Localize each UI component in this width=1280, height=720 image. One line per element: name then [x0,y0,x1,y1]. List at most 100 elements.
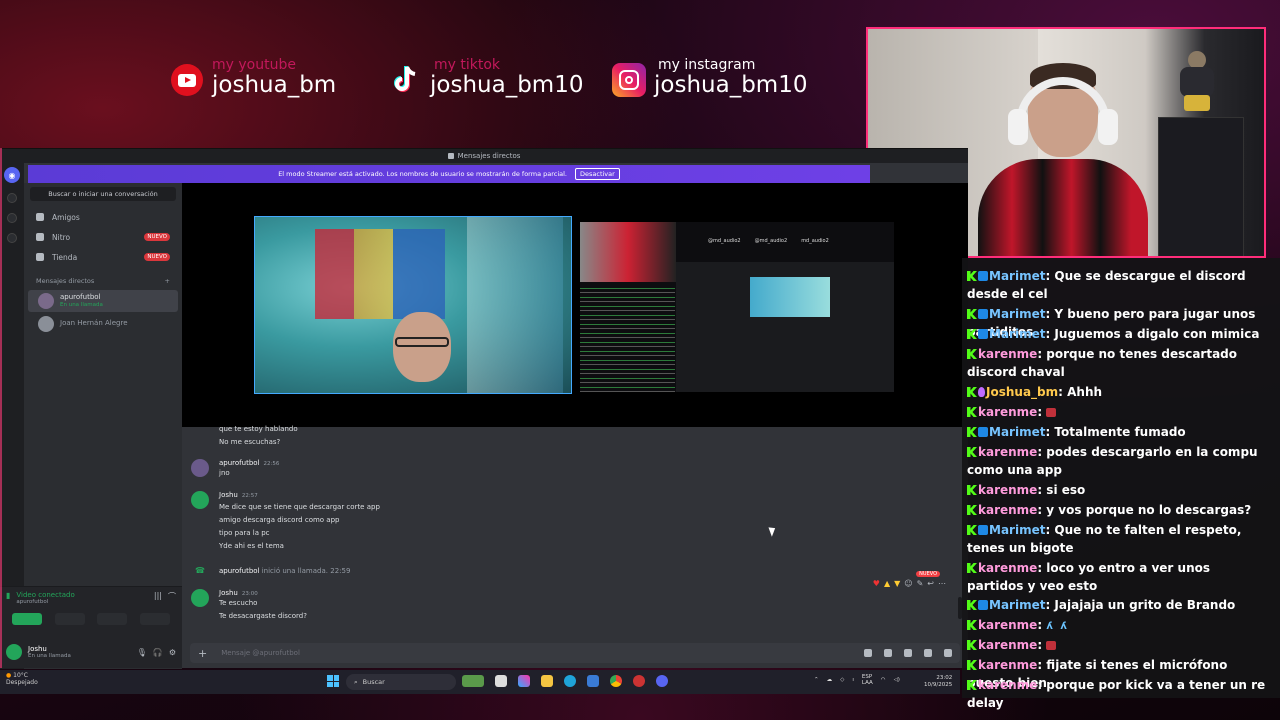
mic-tray-icon[interactable]: ı [852,677,854,683]
chat-username[interactable]: karenme [978,445,1037,459]
chat-text: : Totalmente fumado [1045,425,1186,439]
weather-widget[interactable]: ● 10°C Despejado [6,672,38,687]
search-icon: ⌕ [354,677,358,686]
kick-badge-icon [967,447,977,457]
chat-username[interactable]: Marimet [989,598,1045,612]
wifi-icon[interactable]: ◠ [881,677,886,683]
chat-username[interactable]: Marimet [989,307,1045,321]
soundboard-button[interactable] [139,613,170,625]
shield-icon[interactable]: ◇ [840,677,844,683]
chat-username[interactable]: karenme [978,561,1037,575]
chat-text: : [1037,405,1047,419]
thumbs-down-icon[interactable]: ▼ [894,579,900,588]
emote-icon: ʎ [1046,621,1053,632]
sticker-icon[interactable] [904,649,912,657]
nav-shop[interactable]: Tienda NUEVO [24,247,182,267]
add-server-icon[interactable] [7,213,17,223]
noise-icon[interactable]: ||| [154,591,162,605]
mic-icon[interactable]: 🎙 [137,648,147,657]
emoji-icon[interactable] [924,649,932,657]
file-explorer-icon[interactable] [541,675,553,687]
emote-icon [1046,408,1057,417]
taskbar-search[interactable]: ⌕ Buscar [346,674,456,690]
widgets-icon[interactable] [462,675,484,687]
deactivate-button[interactable]: Desactivar [575,168,620,180]
participant-video[interactable] [254,216,572,394]
screen-share-video[interactable]: @md_audio2 @md_audio2 md_audio2 [580,222,894,392]
clock-time: 23:02 [936,675,953,681]
plus-icon[interactable]: + [198,647,207,660]
thumbs-up-icon[interactable]: ▲ [884,579,890,588]
heart-reaction-icon[interactable]: ♥ [873,579,880,588]
message-input[interactable]: + Mensaje @apurofutbol [190,643,960,663]
server-icon[interactable] [7,193,17,203]
nav-nitro[interactable]: Nitro NUEVO [24,227,182,247]
nav-friends[interactable]: Amigos [24,207,182,227]
edit-icon[interactable]: ✎ [917,579,924,588]
discord-home-icon[interactable]: ◉ [4,167,20,183]
dm-item-joan[interactable]: Joan Hernán Alegre [28,313,178,335]
moderator-badge-icon [978,525,988,535]
chat-username[interactable]: karenme [978,483,1037,497]
dm-messages: que te estoy hablando No me escuchas? ap… [182,425,968,623]
reply-icon[interactable]: ↩ [927,579,934,588]
gift-icon[interactable] [864,649,872,657]
language-indicator[interactable]: ESP LAA [862,674,873,686]
avatar [191,491,209,509]
windows-start-icon[interactable] [327,675,339,687]
volume-icon[interactable]: ◁) [894,677,900,683]
kick-badge-icon [967,505,977,515]
taskbar-clock[interactable]: 23:02 10/9/2025 [924,675,952,688]
chat-username[interactable]: Marimet [989,269,1045,283]
new-badge: NUEVO [144,233,170,241]
gear-icon[interactable]: ⚙ [169,648,176,657]
chevron-up-icon[interactable]: ⌃ [814,677,819,683]
copilot-icon[interactable] [518,675,530,687]
store-icon[interactable] [587,675,599,687]
headphones-icon[interactable]: 🎧 [153,648,163,657]
message-author: Joshu 22:57 [219,491,258,499]
chat-username[interactable]: Marimet [989,523,1045,537]
chat-username[interactable]: Marimet [989,327,1045,341]
chat-username[interactable]: karenme [978,405,1037,419]
chat-message: Marimet: Totalmente fumado [967,423,1267,441]
kick-badge-icon [967,600,977,610]
explore-icon[interactable] [7,233,17,243]
apps-icon[interactable] [944,649,952,657]
tiktok-social: my tiktok joshua_bm10 [388,58,583,97]
screen-share-button[interactable] [54,613,85,625]
task-view-icon[interactable] [495,675,507,687]
disconnect-icon[interactable]: ⌒ [168,591,176,605]
gif-icon[interactable] [884,649,892,657]
emoji-icon[interactable]: ☺ [904,579,912,588]
search-conversation-input[interactable]: Buscar o iniciar una conversación [30,187,176,201]
nav-nitro-label: Nitro [52,232,71,242]
chat-username[interactable]: Marimet [989,425,1045,439]
chat-username[interactable]: karenme [978,638,1037,652]
chat-message: karenme: y vos porque no lo descargas? [967,501,1267,519]
more-icon[interactable]: ⋯ [938,579,946,588]
discord-taskbar-icon[interactable] [656,675,668,687]
streamer [978,49,1148,256]
chat-username[interactable]: karenme [978,658,1037,672]
chat-username[interactable]: karenme [978,678,1037,692]
chat-username[interactable]: karenme [978,503,1037,517]
kick-badge-icon [967,349,977,359]
tiktok-icon [388,63,422,97]
nav-friends-label: Amigos [52,212,80,222]
chat-username[interactable]: karenme [978,347,1037,361]
user-name: Joshu [28,645,47,653]
chat-username[interactable]: karenme [978,618,1037,632]
add-dm-button[interactable]: + [165,277,170,285]
activity-button[interactable] [97,613,128,625]
chrome-icon[interactable] [610,675,622,687]
chat-username[interactable]: Joshua_bm [986,385,1058,399]
dm-item-apurofutbol[interactable]: apurofutbol En una llamada [28,290,178,312]
chat-text: : [1037,638,1047,652]
camera-button[interactable] [12,613,43,625]
voice-panel: ▮ Video conectado apurofutbol ||| ⌒ [0,586,182,636]
cloud-icon[interactable]: ☁ [827,677,833,683]
emote-icon: ʎ [1060,621,1067,632]
app-icon[interactable] [633,675,645,687]
edge-icon[interactable] [564,675,576,687]
